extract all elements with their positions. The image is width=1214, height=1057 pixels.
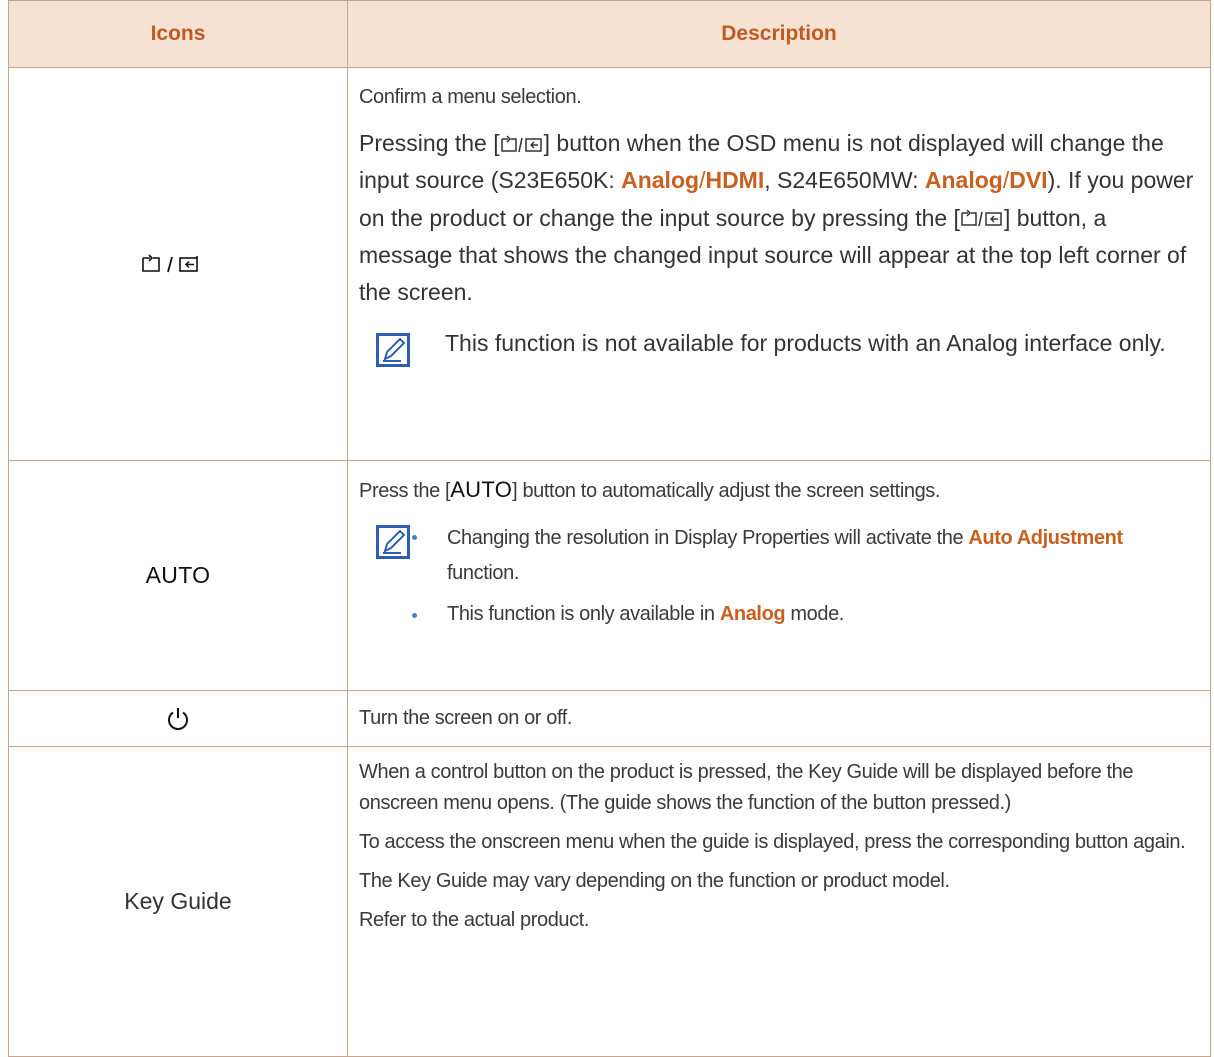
- key-guide-p1: When a control button on the product is …: [359, 761, 1134, 814]
- note-block: This function is not available for produ…: [359, 325, 1196, 368]
- icon-cell-power: [8, 690, 348, 747]
- table-row-auto: AUTO Press the [AUTO] button to automati…: [8, 460, 1211, 691]
- note-pencil-icon: [376, 333, 410, 368]
- dvi-term: DVI: [1009, 167, 1048, 194]
- description-key-guide: When a control button on the product is …: [347, 746, 1211, 1057]
- source-enter-icon: [140, 250, 216, 277]
- s24-model-text: , S24E650MW:: [764, 167, 925, 194]
- press-before-text: Press the [: [359, 480, 451, 502]
- key-guide-p2: To access the onscreen menu when the gui…: [359, 831, 1186, 853]
- auto-note-block: Changing the resolution in Display Prope…: [359, 521, 1196, 630]
- table-row-power: Turn the screen on or off.: [8, 690, 1211, 747]
- analog-term: Analog: [621, 167, 700, 194]
- header-description: Description: [347, 0, 1211, 68]
- description-power: Turn the screen on or off.: [347, 690, 1211, 747]
- analog-mode-term: Analog: [719, 603, 786, 626]
- key-guide-label: Key Guide: [124, 888, 232, 914]
- icons-description-table: Icons Description Confirm a menu selecti…: [8, 0, 1211, 1057]
- auto-press-text: Press the [AUTO] button to automatically…: [359, 473, 1196, 507]
- auto-adjustment-term: Auto Adjustment: [968, 527, 1123, 550]
- key-guide-p3: The Key Guide may vary depending on the …: [359, 870, 950, 892]
- auto-bullet-2: This function is only available in Analo…: [359, 599, 1196, 630]
- auto-label: AUTO: [145, 561, 211, 588]
- key-guide-p4: Refer to the actual product.: [359, 909, 590, 931]
- description-auto: Press the [AUTO] button to automatically…: [347, 460, 1211, 691]
- icon-cell-source-enter: [8, 67, 348, 461]
- confirm-selection-text: Confirm a menu selection.: [359, 86, 582, 108]
- source-paragraph: Pressing the [] button when the OSD menu…: [359, 125, 1196, 311]
- bullet2-before: This function is only available in: [447, 603, 720, 626]
- auto-bullet-1: Changing the resolution in Display Prope…: [359, 521, 1196, 591]
- bullet1-after: function.: [447, 562, 520, 585]
- press-intro-text: Pressing the [: [359, 130, 500, 156]
- icon-cell-key-guide: Key Guide: [8, 746, 348, 1057]
- analog-term-2: Analog: [924, 167, 1003, 194]
- bullet2-after: mode.: [785, 603, 844, 626]
- description-source-enter: Confirm a menu selection. Pressing the […: [347, 67, 1211, 461]
- note-text: This function is not available for produ…: [445, 330, 1166, 357]
- power-icon: [165, 705, 191, 732]
- bullet1-before: Changing the resolution in Display Prope…: [447, 527, 969, 550]
- source-enter-inline-icon: [500, 135, 542, 153]
- hdmi-term: HDMI: [705, 167, 765, 194]
- source-enter-inline-icon-2: [961, 209, 1002, 227]
- table-header-row: Icons Description: [8, 0, 1211, 68]
- table-row-key-guide: Key Guide When a control button on the p…: [8, 746, 1211, 1057]
- press-after-text: ] button to automatically adjust the scr…: [512, 480, 941, 502]
- table-row-source-enter: Confirm a menu selection. Pressing the […: [8, 67, 1211, 461]
- header-icons: Icons: [8, 0, 348, 68]
- auto-button-label: AUTO: [450, 477, 513, 502]
- icon-cell-auto: AUTO: [8, 460, 348, 691]
